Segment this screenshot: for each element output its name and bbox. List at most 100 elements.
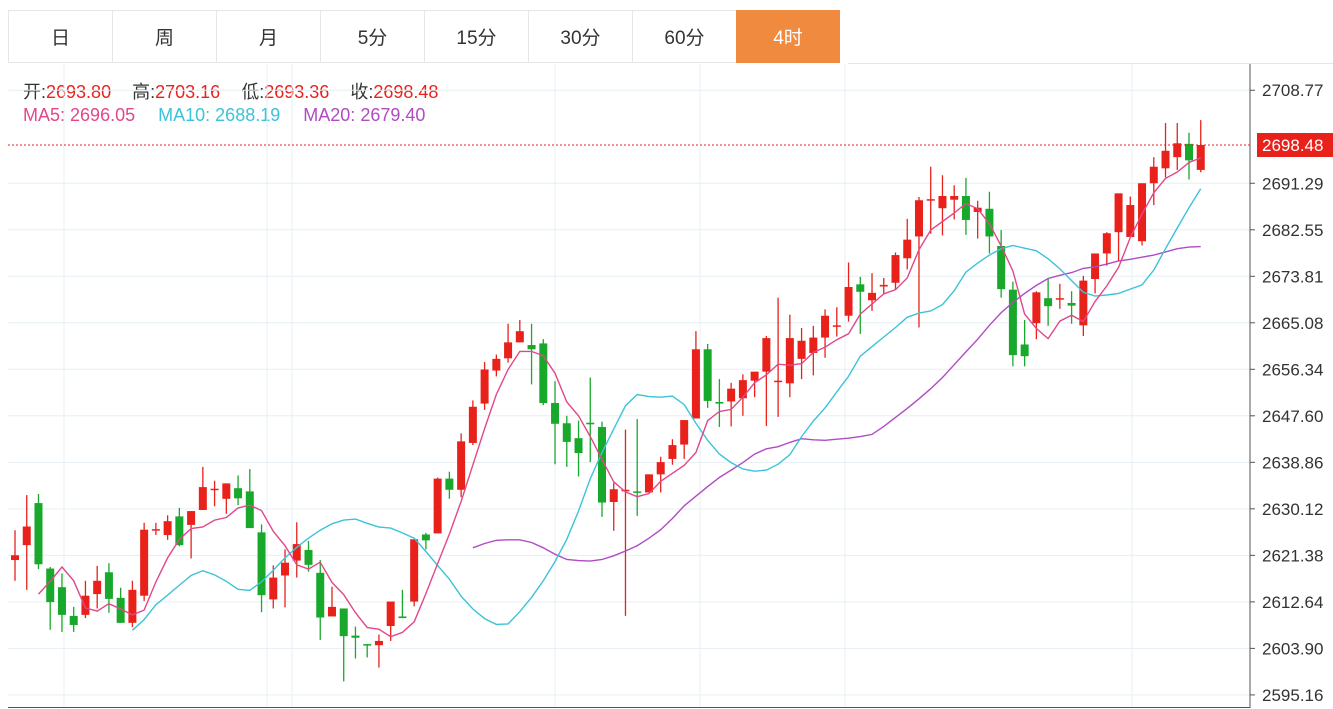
- candle: [844, 262, 853, 322]
- candle-body: [492, 358, 501, 371]
- candle-body: [245, 491, 254, 529]
- candle-body: [785, 338, 794, 384]
- candle-body: [774, 380, 783, 383]
- candle-body: [304, 549, 313, 565]
- candle-body: [656, 462, 665, 475]
- y-tick-label: 2612.64: [1262, 593, 1323, 612]
- candle: [633, 418, 642, 516]
- candle-body: [163, 521, 172, 536]
- candle-body: [257, 532, 266, 596]
- candle: [821, 309, 830, 358]
- candle: [539, 339, 548, 406]
- candle: [774, 297, 783, 417]
- candle-body: [421, 534, 430, 541]
- candle-body: [374, 640, 383, 646]
- candle-body: [1161, 150, 1170, 169]
- candle: [973, 200, 982, 239]
- candle: [492, 354, 501, 377]
- candle-body: [128, 589, 137, 623]
- candle: [210, 480, 219, 507]
- candle: [750, 371, 759, 398]
- candle: [339, 608, 348, 682]
- ma20-line: [472, 245, 1201, 562]
- candle-body: [891, 255, 900, 283]
- candle: [198, 466, 207, 511]
- candle-body: [762, 338, 771, 372]
- candle-body: [1138, 183, 1147, 242]
- candle: [116, 587, 125, 623]
- candle: [527, 323, 536, 385]
- y-tick-label: 2682.55: [1262, 221, 1323, 240]
- candle: [1055, 283, 1064, 309]
- candle: [1079, 275, 1088, 336]
- candle-body: [281, 562, 290, 576]
- candle-body: [903, 239, 912, 259]
- y-tick-label: 2603.90: [1262, 639, 1323, 658]
- candle-body: [738, 380, 747, 399]
- y-tick-label: 2621.38: [1262, 546, 1323, 565]
- candle-body: [504, 342, 513, 359]
- candle-body: [868, 292, 877, 301]
- candle: [1173, 123, 1182, 170]
- candle-body: [1044, 298, 1053, 307]
- candle: [727, 382, 736, 427]
- candle-body: [539, 343, 548, 404]
- candle: [703, 343, 712, 408]
- candle: [81, 580, 90, 619]
- candle-body: [1020, 344, 1029, 357]
- candle: [868, 273, 877, 311]
- candle: [1032, 291, 1041, 340]
- candle-body: [879, 284, 888, 287]
- y-tick-label: 2673.81: [1262, 267, 1323, 286]
- candle-body: [81, 595, 90, 615]
- candle: [879, 277, 888, 295]
- last-price-label: 2698.48: [1262, 136, 1323, 155]
- candle: [257, 524, 266, 613]
- candle-body: [410, 539, 419, 602]
- candle-body: [1102, 233, 1111, 254]
- candle-body: [1055, 298, 1064, 300]
- candle: [1102, 232, 1111, 266]
- candle-body: [609, 489, 618, 503]
- candle-body: [69, 615, 78, 625]
- candle: [421, 532, 430, 550]
- candle: [1161, 123, 1170, 178]
- candle-body: [187, 511, 196, 525]
- candle: [515, 320, 524, 343]
- candle: [586, 377, 595, 463]
- candle-body: [1114, 193, 1123, 233]
- candle: [1114, 193, 1123, 261]
- y-tick-label: 2656.34: [1262, 360, 1323, 379]
- candle-body: [151, 529, 160, 531]
- y-tick-label: 2595.16: [1262, 686, 1323, 705]
- candle-body: [1149, 166, 1158, 184]
- y-tick-label: 2665.08: [1262, 314, 1323, 333]
- candle-body: [727, 388, 736, 402]
- candle-body: [750, 371, 759, 381]
- candle: [891, 252, 900, 290]
- candle: [574, 420, 583, 477]
- candle: [11, 530, 19, 581]
- candle: [187, 511, 196, 559]
- candle: [398, 589, 407, 619]
- candle: [433, 477, 442, 534]
- candle: [562, 415, 571, 467]
- y-tick-label: 2638.86: [1262, 453, 1323, 472]
- y-tick-label: 2691.29: [1262, 174, 1323, 193]
- candle: [34, 494, 43, 570]
- candle: [680, 420, 689, 459]
- candle: [445, 471, 454, 499]
- candle-body: [586, 422, 595, 425]
- candle-body: [433, 478, 442, 534]
- candle: [69, 606, 78, 632]
- candle-body: [222, 483, 231, 499]
- candle: [1044, 277, 1053, 326]
- candle-body: [551, 403, 560, 424]
- candle: [656, 456, 665, 493]
- candle: [468, 400, 477, 446]
- candlestick-chart[interactable]: 2708.77 2691.29 2682.55 2673.81 2665.08 2656.…: [0, 0, 1333, 709]
- candle: [363, 644, 372, 658]
- candle-body: [140, 529, 149, 596]
- candle-body: [386, 601, 395, 627]
- candle: [128, 580, 137, 628]
